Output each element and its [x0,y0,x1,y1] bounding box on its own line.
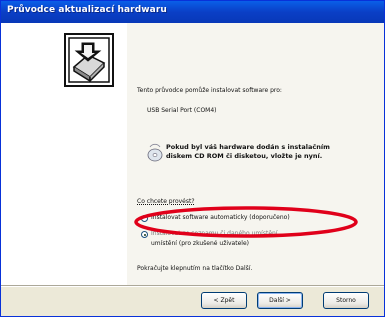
continue-hint: Pokračujte klepnutím na tlačítko Další. [137,265,253,272]
next-button[interactable]: Další > [257,292,303,309]
cd-note-line1: Pokud byl váš hardware dodán s instalačn… [166,143,330,151]
device-name: USB Serial Port (COM4) [147,107,217,114]
back-button[interactable]: < Zpět [201,292,247,309]
cancel-button[interactable]: Storno [323,292,369,309]
radio-install-automatically[interactable] [141,215,148,222]
cd-disc-icon [147,143,163,162]
radio-install-from-list[interactable] [141,231,148,238]
cd-note-line2: diskem CD ROM či disketou, vložte je nyn… [166,152,323,160]
option-automatic-label[interactable]: Instalovat software automaticky (doporuč… [151,214,290,222]
title-bar[interactable]: Průvodce aktualizací hardwaru [1,1,384,23]
wizard-window: Průvodce aktualizací hardwaru Tento prův… [0,0,385,317]
hardware-install-icon [64,33,114,87]
option-manual-label-line2[interactable]: umístění (pro zkušené uživatele) [151,240,249,248]
question-label: Co chcete provést? [137,198,195,205]
option-manual-label[interactable]: Instalovat ze seznamu či daného umístění [151,230,278,238]
button-separator [1,285,384,287]
intro-text: Tento průvodce pomůže instalovat softwar… [137,87,282,94]
window-title: Průvodce aktualizací hardwaru [7,5,167,15]
